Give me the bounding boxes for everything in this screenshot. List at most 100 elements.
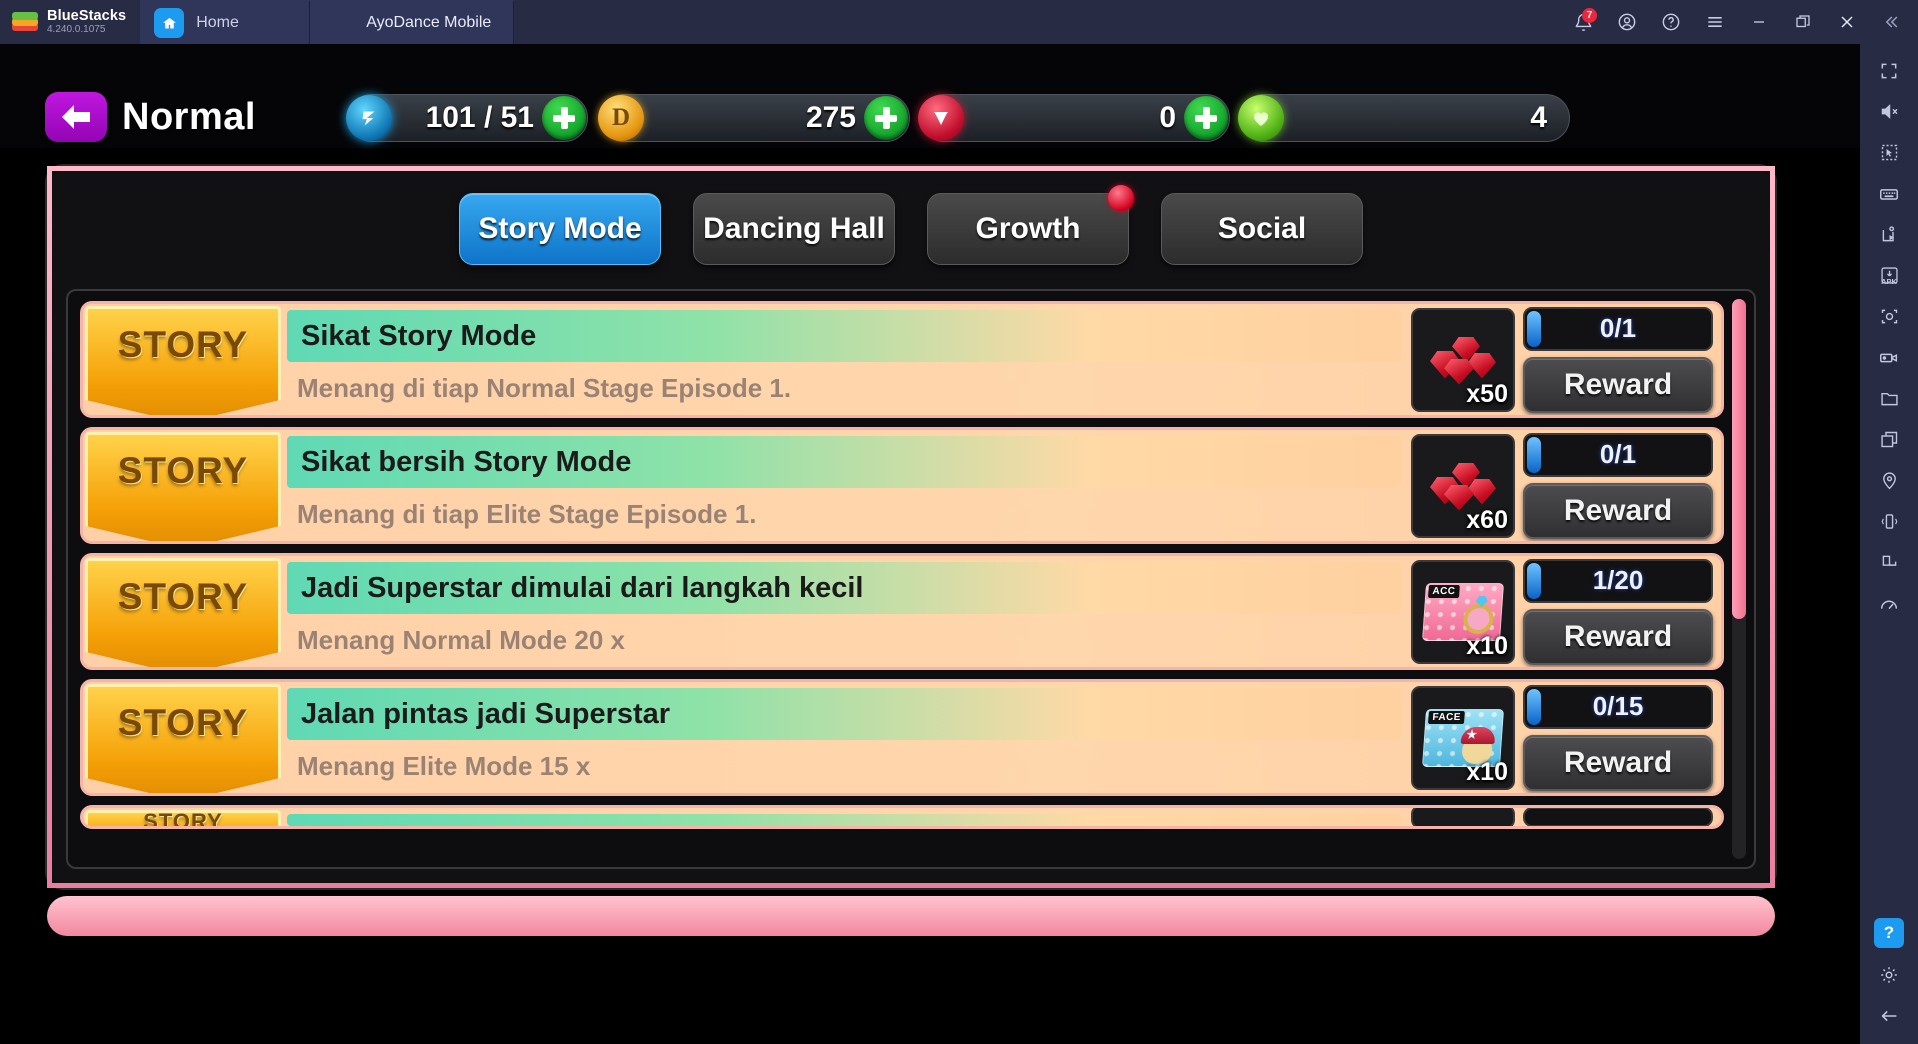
- settings-icon[interactable]: [1866, 954, 1912, 995]
- tab-social[interactable]: Social: [1161, 193, 1363, 265]
- gold-coin-icon: D: [598, 95, 644, 141]
- quest-progress-label: 0/15: [1592, 691, 1644, 721]
- fullscreen-icon[interactable]: [1866, 50, 1912, 91]
- quest-progress: 0/15: [1523, 684, 1713, 729]
- diamond-plus-button[interactable]: [1184, 96, 1228, 140]
- tab-home[interactable]: Home: [140, 0, 311, 44]
- content-panel: Story Mode Dancing Hall Growth Social ST…: [47, 166, 1775, 888]
- performance-icon[interactable]: [1866, 583, 1912, 624]
- story-badge: STORY: [85, 684, 281, 793]
- story-badge: STORY: [85, 432, 281, 541]
- pointer-select-icon[interactable]: [1866, 132, 1912, 173]
- quest-description: Menang di tiap Elite Stage Episode 1.: [297, 499, 757, 529]
- collapse-sidebar-icon[interactable]: [1870, 0, 1912, 44]
- multi-instance-icon[interactable]: [1866, 419, 1912, 460]
- reward-quantity: x10: [1466, 757, 1508, 786]
- tab-ayodance-label: AyoDance Mobile: [366, 14, 492, 31]
- quest-progress-col: 0/15 Reward: [1523, 684, 1713, 791]
- panel-bottom-bar: [47, 896, 1775, 936]
- growth-notification-dot: [1108, 185, 1134, 211]
- shake-icon[interactable]: [1866, 501, 1912, 542]
- story-badge: STORY: [85, 558, 281, 667]
- tab-growth-label: Growth: [975, 212, 1081, 245]
- gold-value: 275: [805, 101, 856, 134]
- quest-row[interactable]: STORY Sikat bersih Story Mode Menang di …: [80, 427, 1724, 544]
- back-button[interactable]: [45, 92, 107, 142]
- gold-counter[interactable]: D 275: [598, 94, 910, 142]
- story-badge-label: STORY: [117, 324, 249, 365]
- diamond-counter[interactable]: 0: [918, 94, 1230, 142]
- quest-progress-col: 0/1 Reward: [1523, 306, 1713, 413]
- reward-button[interactable]: Reward: [1523, 608, 1713, 665]
- quest-row[interactable]: STORY: [80, 805, 1724, 829]
- menu-icon[interactable]: [1694, 0, 1736, 44]
- quest-progress-col: 1/20 Reward: [1523, 558, 1713, 665]
- quest-row[interactable]: STORY Sikat Story Mode Menang di tiap No…: [80, 301, 1724, 418]
- reward-button[interactable]: Reward: [1523, 734, 1713, 791]
- macro-recorder-icon[interactable]: [1866, 214, 1912, 255]
- reward-quantity: x50: [1466, 379, 1508, 408]
- reward-button[interactable]: Reward: [1523, 356, 1713, 413]
- help-icon[interactable]: [1650, 0, 1692, 44]
- mute-icon[interactable]: [1866, 91, 1912, 132]
- face-card-icon: FACE x10: [1411, 685, 1515, 790]
- quest-progress-col: [1523, 808, 1713, 826]
- acc-card-icon: ACC x10: [1411, 559, 1515, 664]
- tab-dancing-hall[interactable]: Dancing Hall: [693, 193, 895, 265]
- quest-progress: 1/20: [1523, 558, 1713, 603]
- brand-version: 4.240.0.1075: [47, 23, 106, 35]
- quest-title: Sikat Story Mode: [287, 310, 1401, 362]
- gold-plus-button[interactable]: [864, 96, 908, 140]
- install-apk-icon[interactable]: APK: [1866, 255, 1912, 296]
- location-icon[interactable]: [1866, 460, 1912, 501]
- bluestacks-window: BlueStacks 4.240.0.1075 Home AyoDance Mo…: [0, 0, 1918, 1044]
- close-icon[interactable]: [1826, 0, 1868, 44]
- quest-list-scrollbar[interactable]: [1732, 299, 1746, 859]
- story-badge-label: STORY: [117, 702, 249, 743]
- tab-ayodance-mobile[interactable]: AyoDance Mobile: [310, 0, 515, 82]
- mission-plus-button[interactable]: [542, 96, 586, 140]
- help-icon[interactable]: ?: [1874, 918, 1904, 948]
- quest-title: [287, 814, 1401, 826]
- keyboard-controls-icon[interactable]: [1866, 173, 1912, 214]
- heart-counter[interactable]: 4: [1238, 94, 1570, 142]
- mission-counter[interactable]: 101 / 51: [346, 94, 588, 142]
- bluestacks-brand: BlueStacks 4.240.0.1075: [0, 0, 140, 44]
- tab-growth[interactable]: Growth: [927, 185, 1134, 265]
- tab-social-label: Social: [1217, 212, 1307, 245]
- mode-tabs: Story Mode Dancing Hall Growth Social: [52, 185, 1770, 275]
- quest-title: Jalan pintas jadi Superstar: [287, 688, 1401, 740]
- home-icon: [154, 8, 185, 38]
- window-tabs: Home AyoDance Mobile: [140, 0, 515, 82]
- quest-progress-label: 0/1: [1599, 439, 1637, 469]
- quest-reward-area: ACC x10 1/20 Reward: [1407, 556, 1721, 667]
- media-folder-icon[interactable]: [1866, 378, 1912, 419]
- quest-body: Jadi Superstar dimulai dari langkah keci…: [281, 556, 1407, 667]
- quest-progress-col: 0/1 Reward: [1523, 432, 1713, 539]
- quest-row[interactable]: STORY Jalan pintas jadi Superstar Menang…: [80, 679, 1724, 796]
- quest-description: Menang Elite Mode 15 x: [297, 751, 591, 781]
- reward-button[interactable]: Reward: [1523, 482, 1713, 539]
- ruby-gems-icon: x50: [1411, 307, 1515, 412]
- maximize-icon[interactable]: [1782, 0, 1824, 44]
- ruby-gems-icon: x60: [1411, 433, 1515, 538]
- mission-value: 101 / 51: [425, 101, 534, 134]
- mission-icon: [346, 95, 392, 141]
- screenshot-icon[interactable]: [1866, 296, 1912, 337]
- tab-story-mode[interactable]: Story Mode: [459, 193, 661, 265]
- story-badge-label: STORY: [143, 809, 223, 829]
- tab-home-label: Home: [196, 14, 239, 31]
- scrollbar-thumb[interactable]: [1732, 299, 1746, 619]
- quest-title: Jadi Superstar dimulai dari langkah keci…: [287, 562, 1401, 614]
- reward-item-icon: [1411, 808, 1515, 826]
- card-type-label: ACC: [1427, 584, 1460, 598]
- notifications-icon[interactable]: 7: [1562, 0, 1604, 44]
- heart-value: 4: [1530, 101, 1547, 134]
- quest-row[interactable]: STORY Jadi Superstar dimulai dari langka…: [80, 553, 1724, 670]
- notification-badge: 7: [1582, 8, 1597, 23]
- record-video-icon[interactable]: [1866, 337, 1912, 378]
- rotate-icon[interactable]: [1866, 542, 1912, 583]
- back-icon[interactable]: [1866, 995, 1912, 1036]
- minimize-icon[interactable]: [1738, 0, 1780, 44]
- account-icon[interactable]: [1606, 0, 1648, 44]
